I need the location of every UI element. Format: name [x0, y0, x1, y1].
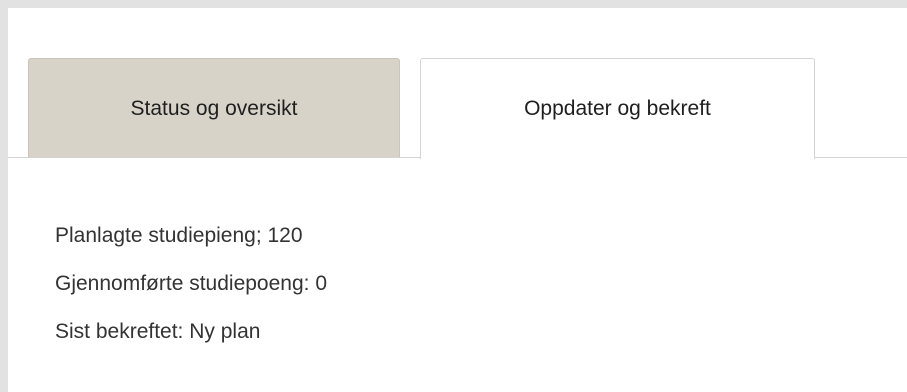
tab-status-overview[interactable]: Status og oversikt	[28, 58, 400, 158]
last-confirmed-text: Sist bekreftet: Ny plan	[55, 320, 261, 343]
planned-credits-text: Planlagte studiepieng; 120	[55, 224, 303, 247]
completed-credits-text: Gjennomførte studiepoeng: 0	[55, 272, 327, 295]
tab-update-confirm[interactable]: Oppdater og bekreft	[420, 58, 815, 159]
tab-status-overview-label: Status og oversikt	[130, 96, 298, 120]
study-plan-panel: Status og oversikt Oppdater og bekreft P…	[8, 8, 907, 392]
tab-update-confirm-label: Oppdater og bekreft	[524, 97, 711, 120]
tab-bar: Status og oversikt Oppdater og bekreft	[8, 8, 907, 159]
tab-content: Planlagte studiepieng; 120 Gjennomførte …	[8, 158, 907, 392]
